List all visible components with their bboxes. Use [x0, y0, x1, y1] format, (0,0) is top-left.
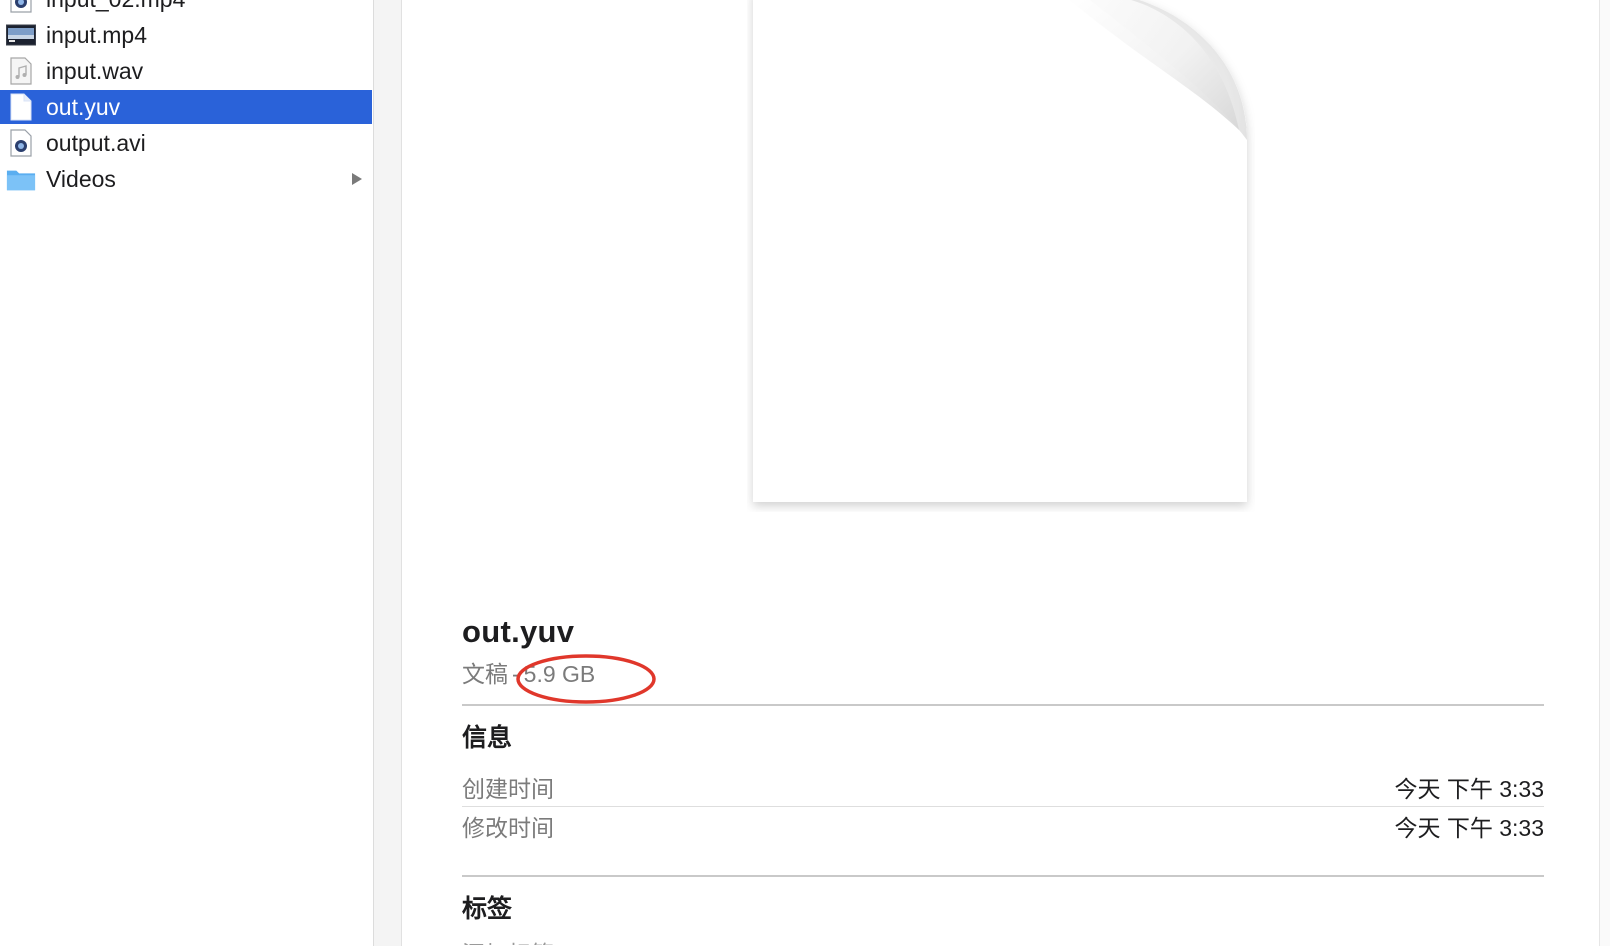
- quicktime-movie-icon: [6, 0, 36, 14]
- quicktime-movie-icon: [6, 128, 36, 158]
- file-metadata: out.yuv 文稿 -5.9 GB 信息 创建时间 今天 下午 3:33 修改时…: [462, 612, 1544, 945]
- info-row-created: 创建时间 今天 下午 3:33: [462, 768, 1544, 806]
- preview-pane: out.yuv 文稿 -5.9 GB 信息 创建时间 今天 下午 3:33 修改时…: [402, 0, 1610, 946]
- file-name: Videos: [46, 165, 116, 192]
- file-list: input_02.mp4 input.mp4: [0, 0, 373, 198]
- preview-filename: out.yuv: [462, 614, 575, 649]
- finder-window: input_02.mp4 input.mp4: [0, 0, 1610, 946]
- tags-section-title: 标签: [462, 895, 513, 923]
- video-thumbnail-icon: [6, 20, 36, 50]
- disclosure-triangle-icon[interactable]: [350, 172, 364, 186]
- file-row-out-yuv[interactable]: out.yuv: [0, 90, 372, 124]
- file-row-videos-folder[interactable]: Videos: [0, 162, 372, 196]
- file-row-input-wav[interactable]: input.wav: [0, 54, 372, 88]
- annotation-ellipse: [516, 654, 656, 704]
- file-name: input.wav: [46, 57, 144, 84]
- info-label: 创建时间: [462, 776, 554, 802]
- file-kind: 文稿: [462, 661, 508, 687]
- info-value: 今天 下午 3:33: [1394, 815, 1544, 841]
- info-list: 创建时间 今天 下午 3:33 修改时间 今天 下午 3:33: [462, 768, 1544, 845]
- audio-file-icon: [6, 56, 36, 86]
- blank-document-icon: [6, 92, 36, 122]
- info-row-modified: 修改时间 今天 下午 3:33: [462, 807, 1544, 845]
- file-row-input-02-mp4[interactable]: input_02.mp4: [0, 0, 372, 16]
- divider: [462, 875, 1544, 877]
- folder-icon: [6, 164, 36, 194]
- info-value: 今天 下午 3:33: [1394, 776, 1544, 802]
- preview-scroll-edge: [1599, 0, 1610, 946]
- info-label: 修改时间: [462, 815, 554, 841]
- add-tags-field[interactable]: 添加标签…: [462, 935, 1544, 945]
- file-row-output-avi[interactable]: output.avi: [0, 126, 372, 160]
- file-name: out.yuv: [46, 93, 121, 120]
- column-divider[interactable]: [374, 0, 402, 946]
- file-name: output.avi: [46, 129, 146, 156]
- file-name: input_02.mp4: [46, 0, 372, 13]
- kind-size-row: 文稿 -5.9 GB: [462, 654, 1544, 704]
- file-name: input.mp4: [46, 21, 148, 48]
- file-list-column[interactable]: input_02.mp4 input.mp4: [0, 0, 374, 946]
- info-section-title: 信息: [462, 724, 513, 752]
- document-preview-icon: [753, 0, 1247, 502]
- file-row-input-mp4[interactable]: input.mp4: [0, 18, 372, 52]
